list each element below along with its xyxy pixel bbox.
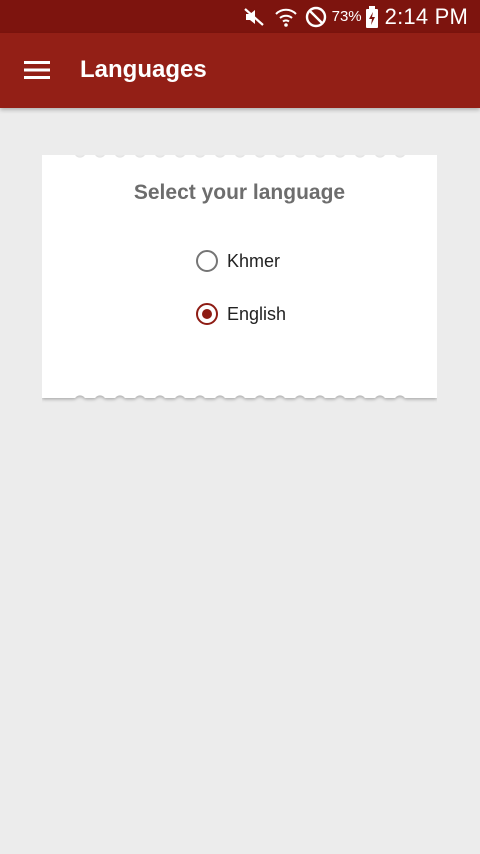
radio-option-khmer[interactable]: Khmer	[196, 246, 280, 276]
do-not-disturb-icon	[304, 5, 328, 29]
battery-charging-icon	[365, 5, 379, 29]
hamburger-menu-icon[interactable]	[22, 56, 52, 84]
radio-button-khmer[interactable]	[196, 250, 218, 272]
card-title: Select your language	[133, 181, 346, 204]
battery-percent: 73%	[331, 8, 362, 25]
language-card: Select your language Khmer English	[42, 155, 437, 400]
status-bar: 73% 2:14 PM	[0, 0, 480, 33]
app-bar: Languages	[0, 33, 480, 108]
radio-label-english: English	[227, 303, 287, 324]
radio-button-english[interactable]	[196, 303, 218, 325]
wifi-icon	[274, 6, 298, 28]
mute-icon	[242, 6, 266, 28]
status-clock: 2:14 PM	[384, 3, 468, 29]
page-title: Languages	[80, 56, 207, 83]
radio-label-khmer: Khmer	[227, 250, 281, 271]
radio-option-english[interactable]: English	[196, 299, 286, 329]
status-icons: 73% 2:14 PM	[242, 0, 468, 33]
